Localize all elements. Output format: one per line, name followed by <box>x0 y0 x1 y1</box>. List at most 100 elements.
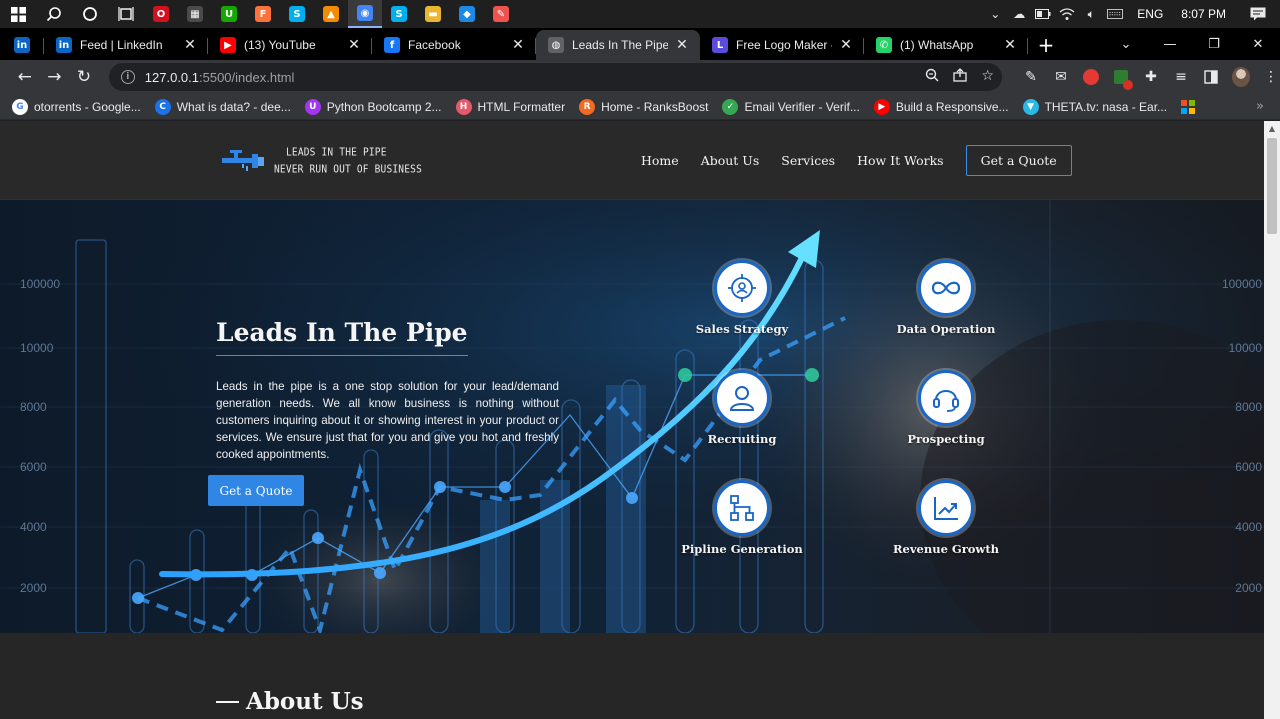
extensions-puzzle-icon[interactable]: ✚ <box>1142 68 1160 86</box>
bookmark-item[interactable]: ✓ Email Verifier - Verif... <box>722 98 860 115</box>
service-recruiting[interactable]: Recruiting <box>682 370 802 446</box>
close-tab-icon[interactable]: ✕ <box>838 37 854 53</box>
close-tab-icon[interactable]: ✕ <box>510 37 526 53</box>
windows-start-icon[interactable] <box>0 0 36 28</box>
chevron-up-icon[interactable]: ⌄ <box>987 6 1003 22</box>
chrome-menu-icon[interactable]: ⋮ <box>1262 68 1280 86</box>
taskbar-app-skype-2[interactable]: S <box>382 0 416 28</box>
udemy-icon: U <box>304 98 321 115</box>
site-info-icon[interactable]: i <box>120 70 135 84</box>
minimize-button[interactable]: — <box>1148 37 1192 52</box>
close-tab-icon[interactable]: ✕ <box>1002 37 1018 53</box>
url-text[interactable]: 127.0.0.1:5500/index.html <box>145 70 295 85</box>
bookmark-item[interactable]: R Home - RanksBoost <box>579 98 708 115</box>
badge-extension-icon[interactable] <box>1112 68 1133 90</box>
more-bookmarks-icon[interactable]: » <box>1256 99 1264 114</box>
site-logo[interactable]: Leads in the pipe Never run out of busin… <box>222 146 422 176</box>
close-tab-icon[interactable]: ✕ <box>674 37 690 53</box>
notification-icon[interactable] <box>1250 6 1266 22</box>
input-language[interactable]: ENG <box>1137 7 1163 21</box>
bookmark-item[interactable]: U Python Bootcamp 2... <box>304 98 442 115</box>
nav-about-us[interactable]: About Us <box>701 153 760 168</box>
service-revenue-growth[interactable]: Revenue Growth <box>886 480 1006 556</box>
reading-list-icon[interactable]: ≡ <box>1172 68 1190 86</box>
cloud-sync-icon[interactable]: ☁ <box>1011 6 1027 22</box>
bookmark-item[interactable]: H HTML Formatter <box>455 98 565 115</box>
adblock-extension-icon[interactable] <box>1082 68 1100 86</box>
windows-apps-bookmark[interactable] <box>1181 99 1196 114</box>
tab-pinned-linkedin[interactable]: in <box>0 30 44 60</box>
scroll-up-arrow-icon[interactable]: ▲ <box>1264 121 1280 137</box>
wifi-icon[interactable] <box>1059 6 1075 22</box>
clock[interactable]: 8:07 PM <box>1181 7 1226 21</box>
linkedin-icon: in <box>14 37 30 53</box>
page-scrollbar[interactable]: ▲ <box>1264 121 1280 719</box>
side-panel-icon[interactable] <box>1202 68 1220 86</box>
skype-icon: S <box>289 6 305 22</box>
logo-maker-icon: L <box>712 37 728 53</box>
taskbar-app-upwork[interactable]: U <box>212 0 246 28</box>
tab-linkedin[interactable]: in Feed | LinkedIn ✕ <box>44 30 208 60</box>
scrollbar-thumb[interactable] <box>1267 138 1277 234</box>
tab-title: Free Logo Maker - G <box>736 38 832 52</box>
taskbar-app-vscode[interactable]: ◆ <box>450 0 484 28</box>
url-path: :5500/index.html <box>199 69 295 85</box>
vscode-icon: ◆ <box>459 6 475 22</box>
maximize-button[interactable]: ❐ <box>1192 37 1236 52</box>
zoom-icon[interactable] <box>925 68 939 86</box>
cortana-icon[interactable] <box>72 0 108 28</box>
nav-how-it-works[interactable]: How It Works <box>857 153 944 168</box>
battery-icon[interactable] <box>1035 6 1051 22</box>
tab-youtube[interactable]: ▶ (13) YouTube ✕ <box>208 30 372 60</box>
hero-get-a-quote-button[interactable]: Get a Quote <box>208 475 304 506</box>
keyboard-icon[interactable] <box>1107 6 1124 22</box>
service-data-operation[interactable]: Data Operation <box>886 260 1006 336</box>
forward-button[interactable]: → <box>40 62 70 92</box>
close-tab-icon[interactable]: ✕ <box>182 37 198 53</box>
volume-icon[interactable]: 🔈︎ <box>1083 6 1099 22</box>
pen-extension-icon[interactable]: ✎ <box>1022 68 1040 86</box>
bookmark-item[interactable]: C What is data? - dee... <box>154 98 291 115</box>
nav-home[interactable]: Home <box>641 153 679 168</box>
close-tab-icon[interactable]: ✕ <box>346 37 362 53</box>
service-sales-strategy[interactable]: Sales Strategy <box>682 260 802 336</box>
taskbar-app-opera[interactable]: O <box>144 0 178 28</box>
search-icon[interactable] <box>36 0 72 28</box>
taskbar-app-vlc[interactable]: ▲ <box>314 0 348 28</box>
tab-title: Facebook <box>408 38 461 52</box>
taskbar-app-paint[interactable]: ✎ <box>484 0 518 28</box>
share-icon[interactable] <box>953 68 968 86</box>
address-bar[interactable]: i 127.0.0.1:5500/index.html ☆ <box>108 63 1002 91</box>
tab-whatsapp[interactable]: ✆ (1) WhatsApp ✕ <box>864 30 1028 60</box>
logo-line-2: Never run out of business <box>274 163 422 176</box>
new-tab-button[interactable]: + <box>1028 30 1064 60</box>
tab-globe[interactable]: ◍ Leads In The Pipe | H ✕ <box>536 30 700 60</box>
taskbar-app-chrome[interactable]: ◉ <box>348 0 382 28</box>
bookmark-item[interactable]: ▼ THETA.tv: nasa - Ear... <box>1022 98 1167 115</box>
service-prospecting[interactable]: Prospecting <box>886 370 1006 446</box>
tab-facebook[interactable]: f Facebook ✕ <box>372 30 536 60</box>
facebook-icon: f <box>384 37 400 53</box>
bookmark-star-icon[interactable]: ☆ <box>981 68 994 86</box>
taskbar-app-calculator[interactable]: ▦ <box>178 0 212 28</box>
mail-extension-icon[interactable]: ✉ <box>1052 68 1070 86</box>
task-view-icon[interactable] <box>108 0 144 28</box>
taskbar-app-firefox[interactable]: F <box>246 0 280 28</box>
tab-search-chevron-icon[interactable]: ⌄ <box>1104 37 1148 52</box>
bookmarks-bar: Gotorrents - Google... C What is data? - d… <box>0 94 1280 120</box>
heading-dash <box>216 700 239 703</box>
tab-logo-maker[interactable]: L Free Logo Maker - G ✕ <box>700 30 864 60</box>
nav-services[interactable]: Services <box>781 153 835 168</box>
bookmark-item[interactable]: ▶ Build a Responsive... <box>873 98 1009 115</box>
service-pipline-generation[interactable]: Pipline Generation <box>681 480 803 556</box>
taskbar-app-skype[interactable]: S <box>280 0 314 28</box>
nav-get-a-quote-button[interactable]: Get a Quote <box>965 145 1072 176</box>
taskbar-app-file-explorer[interactable]: ▬ <box>416 0 450 28</box>
profile-avatar[interactable] <box>1231 67 1250 87</box>
reload-button[interactable]: ↻ <box>69 62 99 92</box>
chart-axis-label-right: 100000 <box>1222 277 1262 291</box>
bookmark-label: Build a Responsive... <box>895 99 1009 114</box>
bookmark-item[interactable]: Gotorrents - Google... <box>12 98 141 115</box>
close-window-button[interactable]: ✕ <box>1236 37 1280 52</box>
back-button[interactable]: ← <box>10 62 40 92</box>
